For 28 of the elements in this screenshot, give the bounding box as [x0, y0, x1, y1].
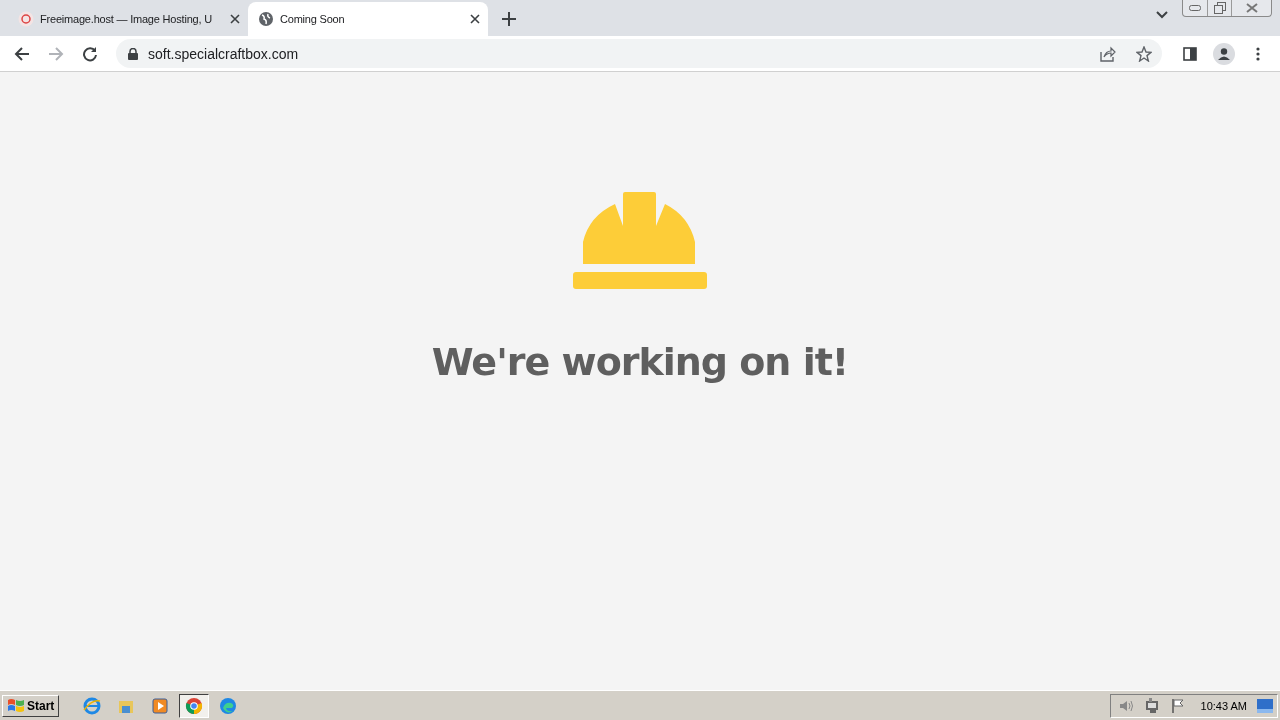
flag-icon [1170, 697, 1185, 714]
new-tab-icon[interactable] [502, 12, 516, 26]
star-icon[interactable] [1136, 45, 1152, 62]
media-player-icon [151, 696, 170, 715]
hard-hat-icon [573, 190, 707, 290]
browser-tab[interactable]: Freeimage.host — Image Hosting, U [8, 2, 248, 36]
clock: 10:43 AM [1200, 699, 1247, 712]
chevron-down-icon[interactable] [1156, 11, 1168, 19]
chrome-icon [185, 696, 204, 715]
network-icon [1144, 697, 1161, 714]
taskbar-app[interactable] [179, 693, 210, 718]
close-icon[interactable] [230, 14, 240, 24]
page-heading: We're working on it! [431, 340, 849, 384]
close-icon[interactable] [470, 14, 480, 24]
edge-icon [219, 696, 238, 715]
url-text: soft.specialcraftbox.com [148, 45, 300, 62]
windows-logo-icon [7, 697, 25, 714]
favicon-icon [18, 11, 34, 27]
globe-icon [258, 11, 274, 27]
profile-icon[interactable] [1210, 42, 1238, 65]
browser-tab[interactable]: Coming Soon [248, 2, 488, 36]
share-icon[interactable] [1100, 45, 1116, 62]
lock-icon [128, 47, 138, 60]
show-desktop-icon [1257, 698, 1273, 713]
ie-icon [83, 696, 102, 715]
address-bar[interactable]: soft.specialcraftbox.com [116, 39, 1162, 68]
speaker-icon [1118, 698, 1135, 713]
start-button[interactable]: Start [2, 694, 60, 717]
